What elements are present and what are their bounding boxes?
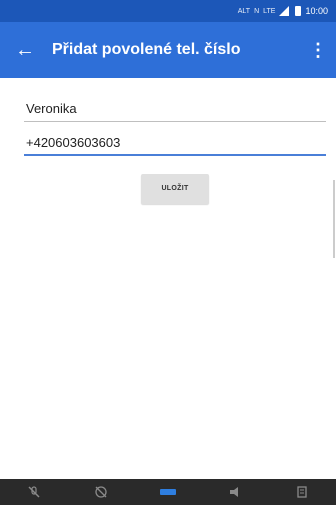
mute-icon[interactable]	[19, 479, 49, 505]
name-field[interactable]: Veronika	[24, 98, 326, 122]
save-button[interactable]: ULOŽIT	[141, 174, 209, 204]
page-title: Přidat povolené tel. číslo	[52, 41, 241, 58]
app-bar: ← Přidat povolené tel. číslo ⋮	[0, 22, 336, 78]
status-bar: ALT N LTE 10:00	[0, 0, 336, 22]
speaker-icon[interactable]	[220, 479, 250, 505]
hold-icon[interactable]	[86, 479, 116, 505]
phone-field[interactable]: +420603603603	[24, 132, 326, 156]
keypad-icon[interactable]	[153, 479, 183, 505]
carrier-label: ALT	[237, 7, 251, 15]
status-time: 10:00	[305, 6, 328, 16]
keypad-icon-bar	[159, 489, 176, 495]
scroll-indicator	[333, 180, 335, 258]
lte-label: LTE	[263, 7, 276, 15]
bottom-bar	[0, 479, 336, 505]
battery-icon	[295, 6, 302, 16]
screen: ALT N LTE 10:00 ← Přidat povolené tel. č…	[0, 0, 336, 505]
more-vert-icon[interactable]: ⋮	[300, 22, 336, 78]
contacts-icon[interactable]	[287, 479, 317, 505]
signal-icon	[279, 6, 290, 16]
network-label: N	[254, 7, 260, 15]
arrow-back-icon[interactable]: ←	[2, 22, 48, 78]
